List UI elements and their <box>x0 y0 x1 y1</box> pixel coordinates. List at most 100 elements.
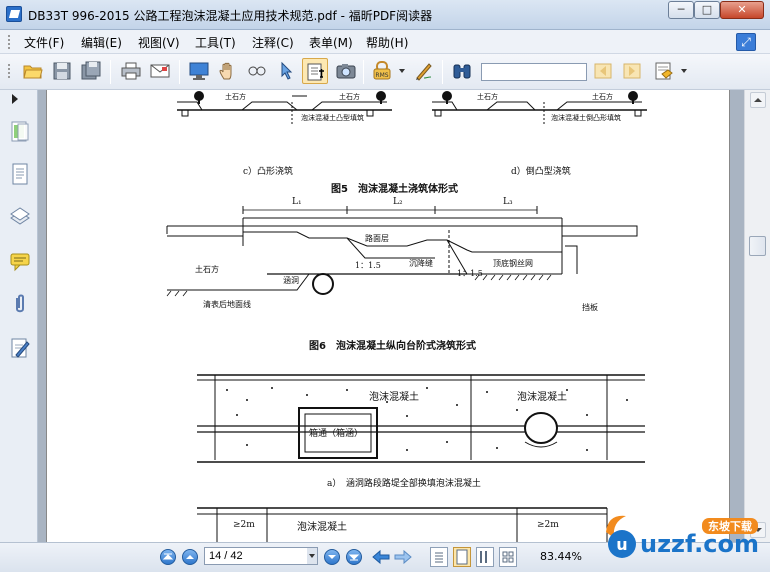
menu-grip[interactable] <box>8 35 11 49</box>
fig5c-label-earth-b: 土石方 <box>339 93 360 101</box>
fig7a-fill-right: 泡沫混凝土 <box>517 392 567 403</box>
fig7a-box-culvert: 箱通（箱涵） <box>309 429 364 439</box>
text-select-button[interactable] <box>302 58 328 84</box>
sign-button[interactable] <box>411 58 437 84</box>
rms-icon: RMS <box>373 61 391 80</box>
pages-button[interactable] <box>9 162 31 186</box>
toolbar-grip[interactable] <box>8 64 11 78</box>
resize-window-icon[interactable]: ⤢ <box>736 33 756 51</box>
pages-icon <box>12 163 28 185</box>
fig6-slope-2: 1：1.5 <box>457 269 483 278</box>
scroll-up-button[interactable] <box>750 92 766 108</box>
layers-button[interactable] <box>9 204 31 228</box>
bookmarks-button[interactable] <box>9 120 31 144</box>
back-view-button[interactable] <box>372 549 390 565</box>
page-dropdown-icon[interactable] <box>307 548 317 564</box>
toolbar-separator <box>442 60 443 84</box>
prev-page-button[interactable] <box>182 549 198 565</box>
find-input[interactable] <box>481 63 587 81</box>
panel-toggle-icon[interactable] <box>12 94 18 104</box>
open-button[interactable] <box>20 58 46 84</box>
toolbar-separator <box>179 60 180 84</box>
forward-view-button[interactable] <box>394 549 412 565</box>
fig7a-fill-left: 泡沫混凝土 <box>369 392 419 403</box>
fig5c-subcaption: c）凸形浇筑 <box>243 167 294 177</box>
binoculars-button[interactable] <box>449 58 475 84</box>
fullscreen-button[interactable] <box>186 58 212 84</box>
text-select-icon <box>307 63 324 81</box>
first-page-button[interactable] <box>160 549 176 565</box>
maximize-button[interactable]: □ <box>694 1 720 19</box>
continuous-view-button[interactable] <box>453 547 471 567</box>
search-prev-button[interactable] <box>590 58 616 84</box>
page-number-input[interactable] <box>204 547 318 565</box>
window-title: DB33T 996-2015 公路工程泡沫混凝土应用技术规范.pdf - 福昕P… <box>28 9 433 23</box>
snapshot-zoom-button[interactable] <box>244 58 270 84</box>
email-button[interactable] <box>147 58 173 84</box>
menu-form[interactable]: 表单(M) <box>309 34 353 51</box>
close-button[interactable]: ✕ <box>720 1 764 19</box>
toolbar-separator <box>110 60 111 84</box>
fig7b-right-distance: ≥2m <box>537 520 559 530</box>
menu-comment[interactable]: 注释(C) <box>252 34 294 51</box>
signatures-button[interactable] <box>9 336 31 360</box>
menu-edit[interactable]: 编辑(E) <box>81 34 122 51</box>
fig6-l1: L₁ <box>292 197 302 207</box>
select-arrow-button[interactable] <box>273 58 299 84</box>
scroll-thumb[interactable] <box>749 236 766 256</box>
search-prev-icon <box>594 63 612 79</box>
back-arrow-icon <box>372 549 390 565</box>
last-page-button[interactable] <box>346 549 362 565</box>
fig5d-label-earth-a: 土石方 <box>477 93 498 101</box>
zoom-level[interactable]: 83.44% <box>540 550 582 563</box>
concrete-speckle <box>226 387 628 451</box>
highlight-dropdown-icon[interactable] <box>681 69 687 73</box>
menu-bar: 文件(F) 编辑(E) 视图(V) 工具(T) 注释(C) 表单(M) 帮助(H… <box>0 30 770 54</box>
figure6-drawing <box>166 206 638 291</box>
highlight-button[interactable] <box>651 58 677 84</box>
rms-button[interactable]: RMS <box>369 58 395 84</box>
search-next-button[interactable] <box>619 58 645 84</box>
facing-view-button[interactable] <box>476 547 494 567</box>
fig5d-note: 泡沫混凝土倒凸形填筑 <box>551 114 621 122</box>
fig6-road-layer: 路面层 <box>365 234 389 243</box>
camera-button[interactable] <box>333 58 359 84</box>
menu-help[interactable]: 帮助(H) <box>366 34 408 51</box>
fig7b-left-distance: ≥2m <box>233 520 255 530</box>
fig6-baffle: 挡板 <box>582 303 598 312</box>
fig7a-subcaption: a） 涵洞路段路堤全部换填泡沫混凝土 <box>327 479 481 489</box>
save-as-button[interactable] <box>78 58 104 84</box>
continuous-facing-view-button[interactable] <box>499 547 517 567</box>
attachments-button[interactable] <box>9 292 31 316</box>
comment-icon <box>10 253 30 272</box>
rms-dropdown-icon[interactable] <box>399 69 405 73</box>
menu-view[interactable]: 视图(V) <box>138 34 180 51</box>
next-page-button[interactable] <box>324 549 340 565</box>
signature-icon <box>11 338 30 358</box>
comments-button[interactable] <box>9 250 31 274</box>
document-viewport[interactable]: 土石方 土石方 泡沫混凝土凸型填筑 土石方 土石方 泡沫混凝土倒凸形填筑 c）凸… <box>38 90 744 542</box>
fig5d-label-earth-b: 土石方 <box>592 93 613 101</box>
single-page-view-button[interactable] <box>430 547 448 567</box>
menu-tools[interactable]: 工具(T) <box>195 34 236 51</box>
title-bar: DB33T 996-2015 公路工程泡沫混凝土应用技术规范.pdf - 福昕P… <box>0 0 770 30</box>
fig6-l2: L₂ <box>393 197 403 207</box>
print-button[interactable] <box>118 58 144 84</box>
menu-file[interactable]: 文件(F) <box>24 34 64 51</box>
print-icon <box>121 62 141 80</box>
layers-icon <box>10 207 30 225</box>
page-drawings <box>166 91 647 542</box>
fig5d-subcaption: d）倒凸型浇筑 <box>511 167 571 177</box>
save-button[interactable] <box>49 58 75 84</box>
fullscreen-icon <box>189 62 209 80</box>
svg-text:u: u <box>616 535 627 554</box>
prev-page-icon <box>186 555 194 559</box>
vertical-scrollbar[interactable] <box>744 90 770 542</box>
snapshot-zoom-icon <box>248 66 266 76</box>
minimize-button[interactable]: ─ <box>668 1 694 19</box>
select-arrow-icon <box>281 61 293 80</box>
navigation-panel <box>0 90 38 542</box>
figure5-caption: 图5 泡沫混凝土浇筑体形式 <box>331 184 458 195</box>
fig5c-note: 泡沫混凝土凸型填筑 <box>301 114 364 122</box>
hand-tool-button[interactable] <box>215 58 241 84</box>
